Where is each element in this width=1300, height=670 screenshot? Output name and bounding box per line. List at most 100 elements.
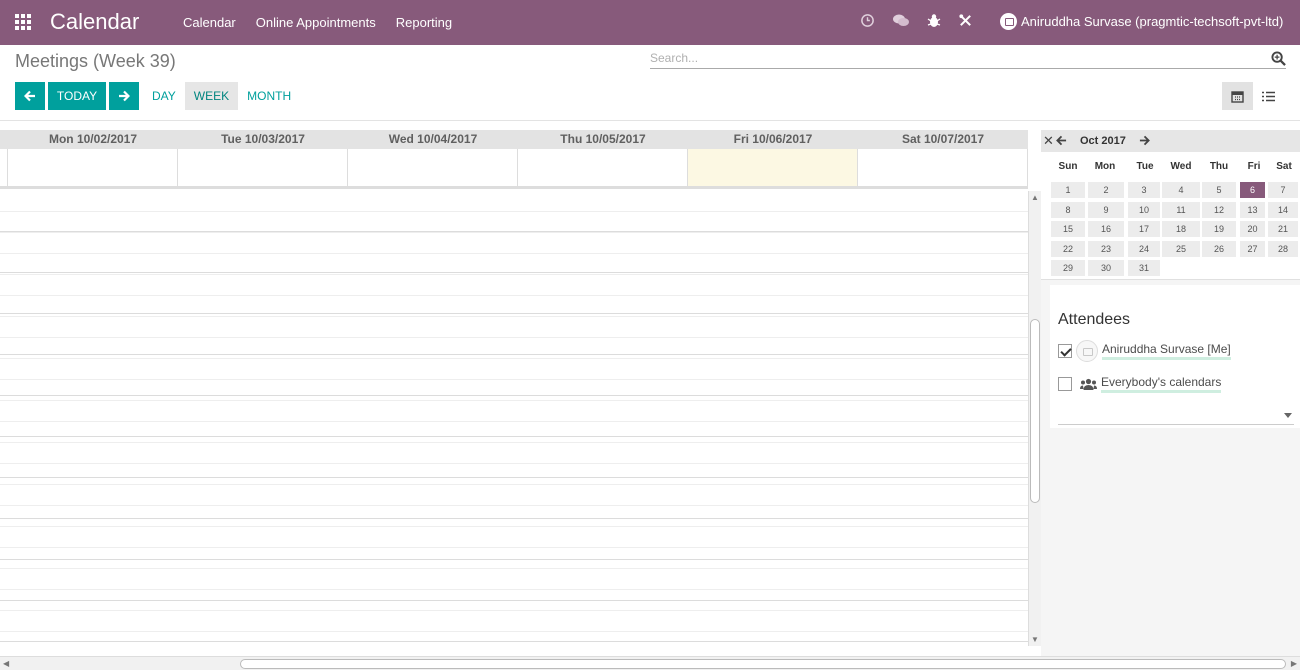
mini-day-13[interactable]: 13 (1240, 202, 1265, 218)
scale-month-button[interactable]: MONTH (238, 82, 300, 110)
mini-day-1[interactable]: 1 (1051, 182, 1085, 198)
scroll-left-icon[interactable]: ◀ (3, 659, 9, 668)
day-header-wed: Wed 10/04/2017 (388, 132, 478, 146)
next-button[interactable] (109, 82, 139, 110)
scroll-up-icon[interactable]: ▲ (1031, 193, 1039, 202)
mini-day-19[interactable]: 19 (1202, 221, 1236, 237)
user-menu[interactable]: Aniruddha Survase (pragmtic-techsoft-pvt… (1000, 13, 1283, 30)
calendar-sidebar: ✕ Oct 2017 Sun Mon Tue Wed Thu Fri Sat 1 2 3 4 5 6 7 8… (1041, 130, 1300, 656)
add-attendee-dropdown[interactable] (1058, 407, 1294, 425)
mini-day-4[interactable]: 4 (1162, 182, 1200, 198)
bug-icon[interactable] (927, 13, 941, 28)
mini-day-9[interactable]: 9 (1088, 202, 1124, 218)
day-header-thu: Thu 10/05/2017 (560, 132, 646, 146)
menu-item-online-appointments[interactable]: Online Appointments (256, 15, 376, 30)
mini-next-month-icon[interactable] (1139, 134, 1150, 149)
mini-day-25[interactable]: 25 (1162, 241, 1200, 257)
close-icon[interactable]: ✕ (1043, 134, 1054, 147)
mini-day-30[interactable]: 30 (1088, 260, 1124, 276)
date-navigation: TODAY (15, 82, 139, 110)
list-view-button[interactable] (1253, 82, 1284, 110)
attendee-everybody-label[interactable]: Everybody's calendars (1101, 375, 1222, 393)
apps-menu-icon[interactable] (15, 14, 33, 30)
mini-day-11[interactable]: 11 (1162, 202, 1200, 218)
scale-week-button[interactable]: WEEK (184, 82, 239, 110)
mini-day-10[interactable]: 10 (1128, 202, 1160, 218)
mini-day-12[interactable]: 12 (1202, 202, 1236, 218)
mini-dow-fri: Fri (1247, 161, 1261, 172)
tools-icon[interactable] (958, 13, 973, 28)
calendar-view-button[interactable] (1222, 82, 1253, 110)
scale-switcher: DAY WEEK MONTH (143, 82, 300, 110)
week-day-headers: Mon 10/02/2017 Tue 10/03/2017 Wed 10/04/… (0, 130, 1028, 149)
systray (860, 13, 973, 28)
mini-day-15[interactable]: 15 (1051, 221, 1085, 237)
search-icon[interactable] (1271, 51, 1286, 69)
mini-day-5[interactable]: 5 (1202, 182, 1236, 198)
scroll-right-icon[interactable]: ▶ (1291, 659, 1297, 668)
clock-icon[interactable] (860, 13, 875, 28)
mini-dow-tue: Tue (1136, 161, 1154, 172)
mini-calendar: ✕ Oct 2017 Sun Mon Tue Wed Thu Fri Sat 1 2 3 4 5 6 7 8… (1041, 130, 1300, 280)
mini-day-6[interactable]: 6 (1240, 182, 1265, 198)
mini-day-27[interactable]: 27 (1240, 241, 1265, 257)
attendee-me-checkbox[interactable] (1058, 344, 1072, 358)
all-day-gutter (0, 149, 8, 186)
horizontal-scrollbar[interactable]: ◀ ▶ (0, 656, 1300, 670)
attendee-row-everybody: Everybody's calendars (1058, 375, 1222, 393)
attendee-row-me: Aniruddha Survase [Me] (1058, 340, 1231, 362)
today-button[interactable]: TODAY (48, 82, 106, 110)
search-bar (650, 49, 1286, 69)
mini-day-26[interactable]: 26 (1202, 241, 1236, 257)
mini-dow-sat: Sat (1276, 161, 1292, 172)
previous-button[interactable] (15, 82, 45, 110)
user-avatar (1000, 13, 1017, 30)
mini-day-24[interactable]: 24 (1128, 241, 1160, 257)
attendee-me-label[interactable]: Aniruddha Survase [Me] (1102, 342, 1231, 360)
mini-day-16[interactable]: 16 (1088, 221, 1124, 237)
chevron-down-icon[interactable] (1284, 413, 1292, 418)
mini-calendar-header: ✕ Oct 2017 (1041, 130, 1300, 152)
attendee-everybody-checkbox[interactable] (1058, 377, 1072, 391)
page-title: Meetings (Week 39) (15, 51, 176, 71)
mini-dow-thu: Thu (1209, 161, 1229, 172)
mini-day-23[interactable]: 23 (1088, 241, 1124, 257)
vertical-scrollbar[interactable]: ▲ ▼ (1028, 191, 1041, 646)
mini-day-14[interactable]: 14 (1268, 202, 1298, 218)
horizontal-scroll-thumb[interactable] (240, 659, 1286, 669)
all-day-cell-tue[interactable] (178, 149, 348, 186)
all-day-cell-wed[interactable] (348, 149, 518, 186)
search-input[interactable] (650, 49, 1260, 67)
app-brand: Calendar (50, 9, 140, 34)
day-header-sat: Sat 10/07/2017 (901, 132, 985, 146)
mini-day-29[interactable]: 29 (1051, 260, 1085, 276)
all-day-row (0, 149, 1028, 189)
all-day-cell-mon[interactable] (8, 149, 178, 186)
mini-day-17[interactable]: 17 (1128, 221, 1160, 237)
all-day-cell-sat[interactable] (858, 149, 1028, 186)
mini-day-7[interactable]: 7 (1268, 182, 1298, 198)
mini-dow-sun: Sun (1058, 161, 1078, 172)
menu-item-reporting[interactable]: Reporting (396, 15, 452, 30)
scale-day-button[interactable]: DAY (143, 82, 185, 110)
time-slot-grid[interactable] (0, 191, 1028, 646)
mini-day-21[interactable]: 21 (1268, 221, 1298, 237)
mini-day-18[interactable]: 18 (1162, 221, 1200, 237)
view-switcher (1222, 82, 1284, 110)
mini-day-31[interactable]: 31 (1128, 260, 1160, 276)
user-name: Aniruddha Survase (pragmtic-techsoft-pvt… (1021, 14, 1284, 29)
chat-icon[interactable] (892, 13, 910, 28)
mini-day-8[interactable]: 8 (1051, 202, 1085, 218)
all-day-cell-fri-today[interactable] (688, 149, 858, 186)
mini-prev-month-icon[interactable] (1056, 134, 1067, 149)
mini-day-22[interactable]: 22 (1051, 241, 1085, 257)
scroll-down-icon[interactable]: ▼ (1031, 635, 1039, 644)
mini-day-20[interactable]: 20 (1240, 221, 1265, 237)
mini-day-3[interactable]: 3 (1128, 182, 1160, 198)
day-header-fri: Fri 10/06/2017 (733, 132, 813, 146)
menu-item-calendar[interactable]: Calendar (183, 15, 236, 30)
mini-day-2[interactable]: 2 (1088, 182, 1124, 198)
vertical-scroll-thumb[interactable] (1030, 319, 1040, 503)
mini-day-28[interactable]: 28 (1268, 241, 1298, 257)
all-day-cell-thu[interactable] (518, 149, 688, 186)
